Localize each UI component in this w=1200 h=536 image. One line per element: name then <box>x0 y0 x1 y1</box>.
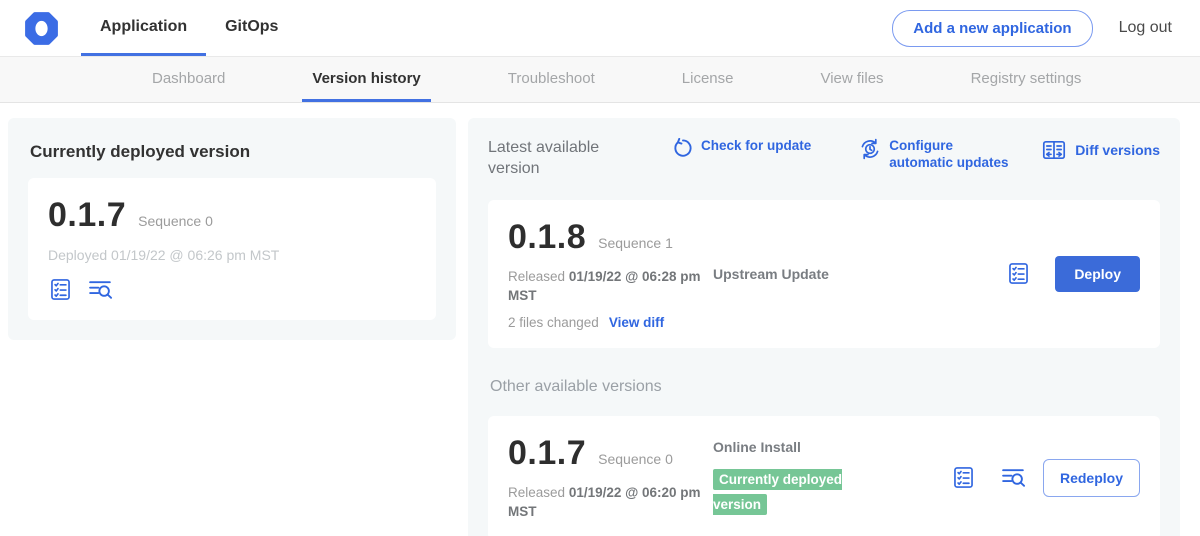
diff-versions-link[interactable]: Diff versions <box>1041 138 1160 162</box>
latest-version-card: 0.1.8 Sequence 1 Released 01/19/22 @ 06:… <box>488 200 1160 348</box>
deployed-timestamp: Deployed 01/19/22 @ 06:26 pm MST <box>48 247 416 263</box>
check-for-update-link[interactable]: Check for update <box>672 138 811 172</box>
other-source-label: Online Install <box>713 439 951 455</box>
latest-available-title: Latest available version <box>488 138 638 180</box>
latest-released-timestamp: Released 01/19/22 @ 06:28 pm MST <box>508 267 713 306</box>
app-subnav: Dashboard Version history Troubleshoot L… <box>0 57 1200 103</box>
latest-version-number: 0.1.8 <box>508 218 586 257</box>
topbar-right: Add a new application Log out <box>892 0 1200 56</box>
currently-deployed-badge: Currently deployed version <box>713 469 842 515</box>
top-bar: Application GitOps Add a new application… <box>0 0 1200 57</box>
subnav-version-history[interactable]: Version history <box>302 57 430 102</box>
subnav-troubleshoot[interactable]: Troubleshoot <box>498 57 605 102</box>
refresh-arrow-icon <box>672 138 693 172</box>
configure-automatic-updates-link[interactable]: Configure automatic updates <box>859 138 1019 172</box>
latest-sequence-label: Sequence 1 <box>598 235 673 251</box>
latest-available-panel: Latest available version Check for updat… <box>468 118 1180 536</box>
subnav-dashboard[interactable]: Dashboard <box>142 57 235 102</box>
app-logo-icon <box>24 11 59 46</box>
deployed-version-number: 0.1.7 <box>48 196 126 235</box>
subnav-registry-settings[interactable]: Registry settings <box>961 57 1092 102</box>
add-new-application-button[interactable]: Add a new application <box>892 10 1092 47</box>
logs-search-icon[interactable] <box>87 277 114 302</box>
deployed-version-card: 0.1.7 Sequence 0 Deployed 01/19/22 @ 06:… <box>28 178 436 320</box>
subnav-license[interactable]: License <box>672 57 744 102</box>
subnav-view-files[interactable]: View files <box>810 57 893 102</box>
tab-application[interactable]: Application <box>81 0 206 56</box>
main-content: Currently deployed version 0.1.7 Sequenc… <box>8 118 1180 536</box>
latest-source-label: Upstream Update <box>713 266 1006 282</box>
check-for-update-label: Check for update <box>701 138 811 172</box>
top-tabs: Application GitOps <box>81 0 297 56</box>
other-version-number: 0.1.7 <box>508 434 586 473</box>
other-released-timestamp: Released 01/19/22 @ 06:20 pm MST <box>508 483 713 522</box>
checklist-icon[interactable] <box>1006 261 1031 286</box>
files-changed-label: 2 files changed <box>508 315 599 330</box>
diff-columns-icon <box>1041 138 1067 162</box>
checklist-icon[interactable] <box>951 465 976 490</box>
currently-deployed-panel: Currently deployed version 0.1.7 Sequenc… <box>8 118 456 340</box>
tab-gitops[interactable]: GitOps <box>206 0 297 56</box>
other-version-card: 0.1.7 Sequence 0 Released 01/19/22 @ 06:… <box>488 416 1160 536</box>
view-diff-link[interactable]: View diff <box>609 315 664 330</box>
logs-search-icon[interactable] <box>1000 465 1027 490</box>
app-logo[interactable] <box>0 0 81 56</box>
configure-automatic-updates-label: Configure automatic updates <box>889 138 1019 172</box>
deploy-button[interactable]: Deploy <box>1055 256 1140 292</box>
other-available-versions-title: Other available versions <box>490 378 1160 396</box>
logout-button[interactable]: Log out <box>1119 19 1172 37</box>
redeploy-button[interactable]: Redeploy <box>1043 459 1140 497</box>
currently-deployed-title: Currently deployed version <box>30 142 436 162</box>
deployed-sequence-label: Sequence 0 <box>138 213 213 229</box>
checklist-icon[interactable] <box>48 277 73 302</box>
other-sequence-label: Sequence 0 <box>598 451 673 467</box>
clock-refresh-icon <box>859 138 881 172</box>
diff-versions-label: Diff versions <box>1075 142 1160 158</box>
